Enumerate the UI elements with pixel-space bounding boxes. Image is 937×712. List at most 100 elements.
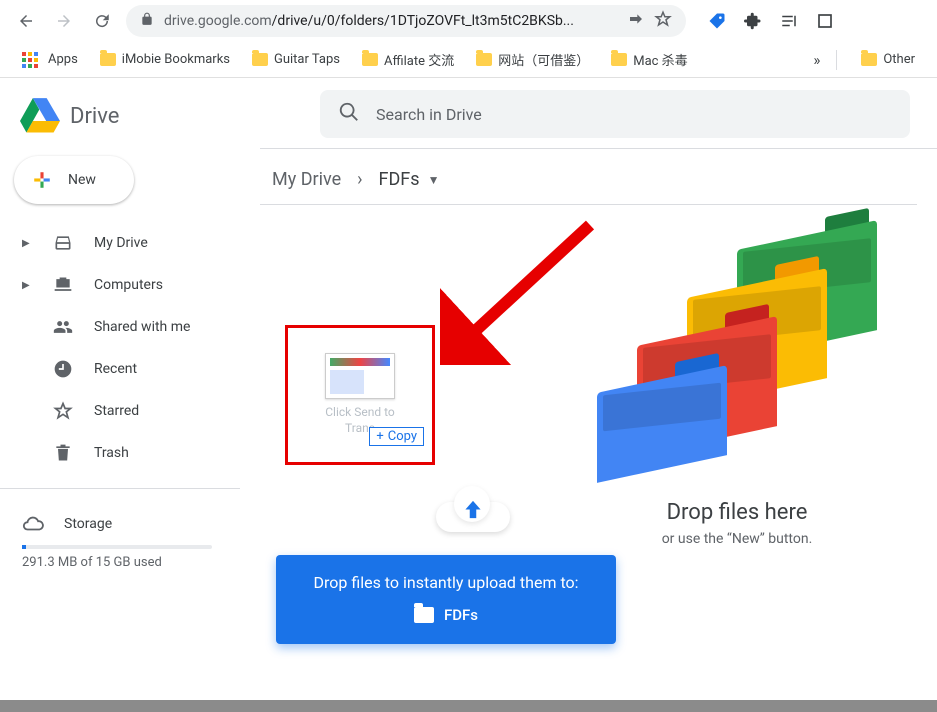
breadcrumb-root[interactable]: My Drive xyxy=(272,169,341,190)
nav-trash[interactable]: Trash xyxy=(0,432,260,474)
copy-label: Copy xyxy=(388,429,417,444)
nav-label: Computers xyxy=(94,277,163,293)
chevron-right-icon: ▶ xyxy=(22,280,32,291)
separator xyxy=(836,50,837,70)
window-frame-bottom xyxy=(0,700,937,712)
tag-icon[interactable] xyxy=(706,10,728,32)
nav-computers[interactable]: ▶ Computers xyxy=(0,264,260,306)
new-button-label: New xyxy=(68,172,96,188)
folder-icon xyxy=(414,607,434,623)
apps-label: Apps xyxy=(48,52,78,67)
nav-label: Recent xyxy=(94,361,137,377)
drive-app: Drive New ▶ My Drive ▶ Computers Shared … xyxy=(0,78,937,712)
starred-icon xyxy=(52,400,74,422)
upload-cloud-icon xyxy=(430,480,516,540)
drop-banner: Drop files to instantly upload them to: … xyxy=(276,555,616,644)
chevron-right-icon: › xyxy=(357,169,362,190)
share-icon[interactable] xyxy=(628,11,644,31)
folder-icon xyxy=(252,53,268,66)
apps-shortcut[interactable]: Apps xyxy=(14,48,86,72)
browser-toolbar: drive.google.com/drive/u/0/folders/1DTjo… xyxy=(0,0,937,42)
bookmark-label: Affilate 交流 xyxy=(384,50,454,69)
apps-icon xyxy=(22,52,38,68)
breadcrumb-current[interactable]: FDFs ▼ xyxy=(379,169,440,190)
nav-starred[interactable]: Starred xyxy=(0,390,260,432)
drop-title: Drop files here xyxy=(597,500,877,525)
search-icon xyxy=(338,101,360,127)
drop-banner-text: Drop files to instantly upload them to: xyxy=(296,573,596,592)
breadcrumb: My Drive › FDFs ▼ xyxy=(260,149,937,204)
drop-banner-folder-name: FDFs xyxy=(444,606,478,624)
reading-list-icon[interactable] xyxy=(778,10,800,32)
separator xyxy=(0,488,240,489)
bookmark-folder[interactable]: Mac 杀毒 xyxy=(603,46,695,73)
folder-icon xyxy=(362,53,378,66)
window-icon[interactable] xyxy=(814,10,836,32)
nav-storage[interactable]: Storage xyxy=(0,503,260,541)
bookmarks-bar: Apps iMobie Bookmarks Guitar Taps Affila… xyxy=(0,42,937,78)
bookmark-folder[interactable]: 网站（可借鉴） xyxy=(468,46,597,73)
bookmark-folder[interactable]: iMobie Bookmarks xyxy=(92,48,238,71)
drop-zone[interactable]: Click Send to Trans + Copy xyxy=(260,205,937,645)
chevron-right-icon: ▶ xyxy=(22,238,32,249)
folder-icon xyxy=(476,53,492,66)
nav-label: My Drive xyxy=(94,235,148,251)
drop-text: Drop files here or use the “New” button. xyxy=(597,500,877,547)
bookmark-folder[interactable]: Affilate 交流 xyxy=(354,46,462,73)
extensions-icon[interactable] xyxy=(742,10,764,32)
product-name: Drive xyxy=(70,104,119,129)
nav-my-drive[interactable]: ▶ My Drive xyxy=(0,222,260,264)
search-placeholder: Search in Drive xyxy=(376,105,482,124)
storage-progress xyxy=(22,545,212,549)
dragged-file-highlight: Click Send to Trans + Copy xyxy=(285,325,435,465)
back-button[interactable] xyxy=(12,7,40,35)
nav-shared[interactable]: Shared with me xyxy=(0,306,260,348)
reload-button[interactable] xyxy=(88,7,116,35)
folder-icon xyxy=(100,53,116,66)
nav-label: Starred xyxy=(94,403,139,419)
nav-label: Shared with me xyxy=(94,319,190,335)
copy-badge: + Copy xyxy=(369,427,424,446)
star-icon[interactable] xyxy=(654,10,672,32)
toolbar-right xyxy=(706,10,836,32)
main-content: Search in Drive My Drive › FDFs ▼ Click … xyxy=(260,78,937,712)
bookmark-label: Mac 杀毒 xyxy=(633,50,687,69)
nav-label: Trash xyxy=(94,445,129,461)
file-thumbnail xyxy=(325,353,395,399)
search-input[interactable]: Search in Drive xyxy=(320,90,910,138)
annotation-arrow xyxy=(440,215,600,365)
drop-banner-target: FDFs xyxy=(296,606,596,624)
bookmark-label: Other xyxy=(883,52,915,67)
cloud-icon xyxy=(22,513,44,535)
address-bar[interactable]: drive.google.com/drive/u/0/folders/1DTjo… xyxy=(126,5,686,37)
plus-icon xyxy=(28,166,56,194)
url-text: drive.google.com/drive/u/0/folders/1DTjo… xyxy=(164,13,618,29)
logo-row[interactable]: Drive xyxy=(0,88,260,152)
computers-icon xyxy=(52,274,74,296)
folder-icon xyxy=(861,53,877,66)
chevron-down-icon: ▼ xyxy=(428,173,440,187)
bookmark-label: iMobie Bookmarks xyxy=(122,52,230,67)
new-button[interactable]: New xyxy=(14,156,134,204)
folder-icon xyxy=(611,53,627,66)
breadcrumb-current-label: FDFs xyxy=(379,169,420,190)
bookmark-label: 网站（可借鉴） xyxy=(498,50,589,69)
nav-recent[interactable]: Recent xyxy=(0,348,260,390)
other-bookmarks[interactable]: Other xyxy=(853,48,923,71)
drop-subtitle: or use the “New” button. xyxy=(597,531,877,547)
bookmark-folder[interactable]: Guitar Taps xyxy=(244,48,348,71)
trash-icon xyxy=(52,442,74,464)
storage-used-text: 291.3 MB of 15 GB used xyxy=(0,555,260,570)
forward-button[interactable] xyxy=(50,7,78,35)
plus-icon: + xyxy=(376,429,383,444)
shared-icon xyxy=(52,316,74,338)
nav-label: Storage xyxy=(64,516,112,532)
bookmark-label: Guitar Taps xyxy=(274,52,340,67)
folders-illustration xyxy=(597,235,877,465)
recent-icon xyxy=(52,358,74,380)
sidebar: Drive New ▶ My Drive ▶ Computers Shared … xyxy=(0,78,260,712)
lock-icon xyxy=(140,12,154,30)
bookmarks-overflow[interactable]: » xyxy=(813,51,820,69)
my-drive-icon xyxy=(52,232,74,254)
drive-logo-icon xyxy=(20,98,60,134)
